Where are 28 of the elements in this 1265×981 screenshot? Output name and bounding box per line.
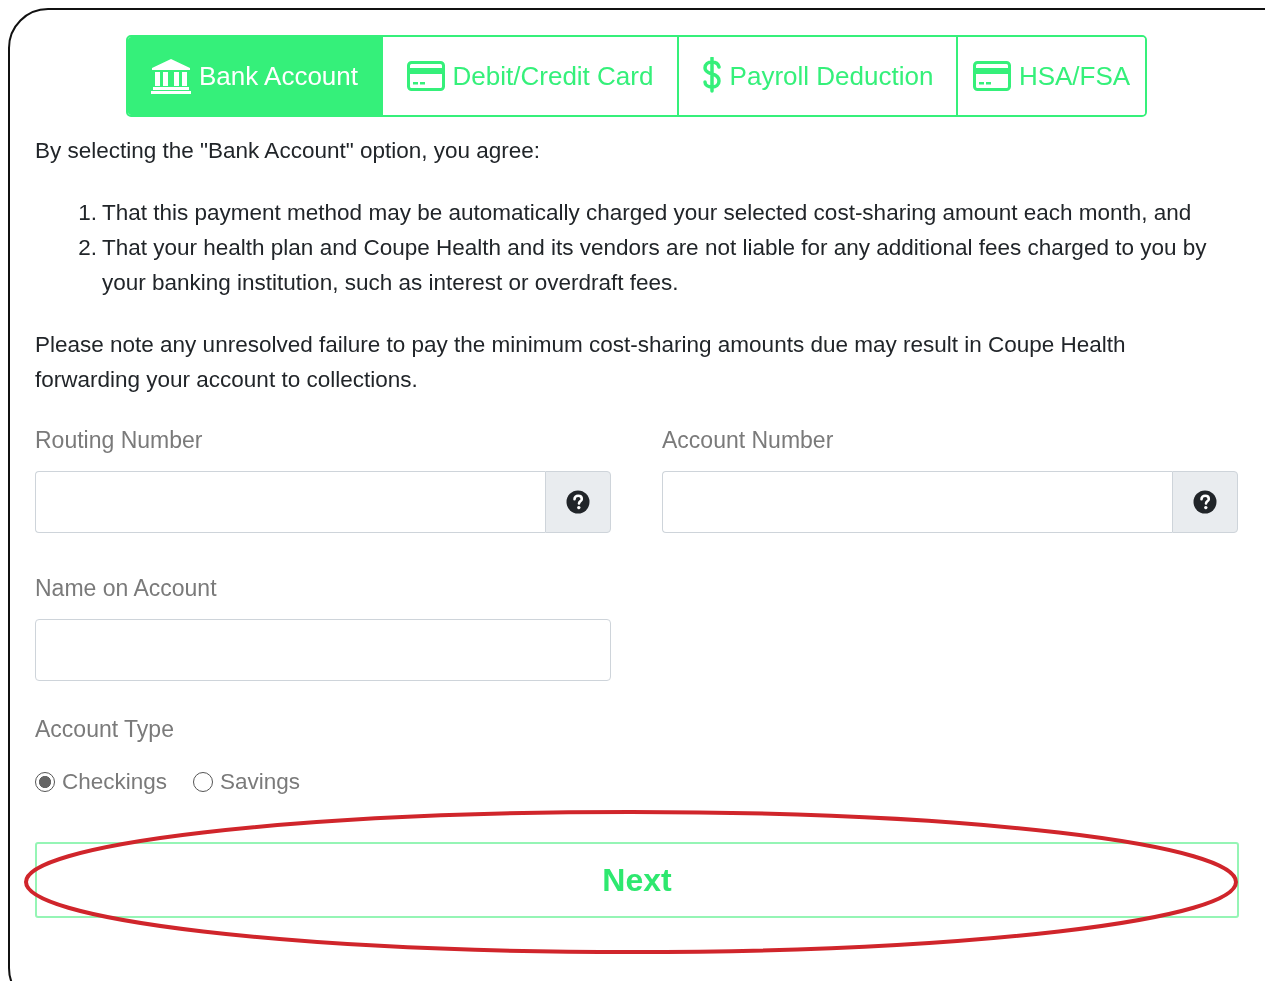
field-label: Name on Account	[35, 575, 217, 602]
bank-icon	[151, 58, 191, 94]
radio-icon[interactable]	[193, 772, 214, 792]
input-field[interactable]	[35, 471, 545, 533]
help-button[interactable]	[545, 471, 611, 533]
payment-tab[interactable]: HSA/FSA	[956, 37, 1145, 115]
radio-option[interactable]: Checkings	[35, 769, 168, 795]
field-label: Account Type	[35, 716, 174, 743]
help-button[interactable]	[1172, 471, 1238, 533]
dollar-icon	[701, 57, 722, 95]
radio-option[interactable]: Savings	[193, 769, 301, 795]
payment-tab[interactable]: Bank Account	[128, 37, 381, 115]
next-button[interactable]: Next	[35, 842, 1239, 918]
list-marker: 2.	[78, 234, 97, 262]
input-field[interactable]	[662, 471, 1172, 533]
term-text: That this payment method may be automatically charged your selected cost-sharing amount each month, and	[102, 199, 1193, 227]
credit-card-icon	[972, 61, 1011, 91]
list-marker: 1.	[78, 199, 97, 227]
help-icon	[566, 490, 590, 514]
help-icon	[1193, 490, 1217, 514]
term-text: That your health plan and Coupe Health and its vendors are not liable for any additional fees charged to you by your banking institution, such as interest or overdraft fees.	[102, 234, 1208, 297]
intro-text: By selecting the "Bank Account" option, you agree:	[35, 137, 542, 165]
note-text: Please note any unresolved failure to pay the minimum cost-sharing amounts due may result in Coupe Health forwarding your account to collections.	[35, 331, 1127, 394]
credit-card-icon	[406, 61, 445, 91]
radio-icon[interactable]	[35, 772, 55, 792]
field-label: Account Number	[662, 427, 834, 454]
field-label: Routing Number	[35, 427, 203, 454]
input-field[interactable]	[35, 619, 611, 681]
